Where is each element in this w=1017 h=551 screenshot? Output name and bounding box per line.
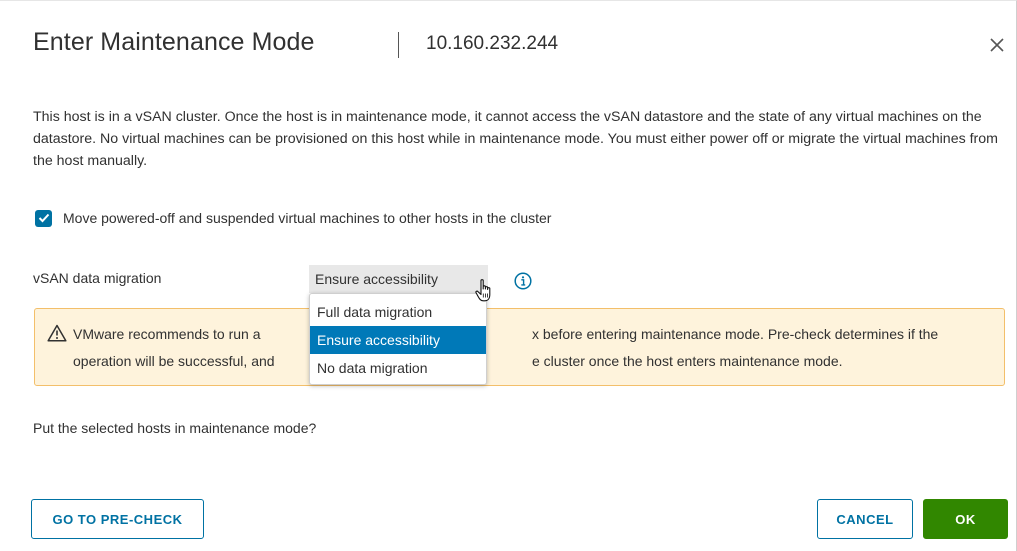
check-icon xyxy=(38,213,49,223)
move-vms-label[interactable]: Move powered-off and suspended virtual m… xyxy=(63,210,551,226)
warning-text: VMware recommends to run a x before ente… xyxy=(73,321,998,375)
ok-button[interactable]: OK xyxy=(923,499,1008,539)
warning-line2-right: e cluster once the host enters maintenan… xyxy=(532,353,843,369)
info-icon xyxy=(514,272,532,290)
host-address: 10.160.232.244 xyxy=(426,33,559,54)
move-vms-option: Move powered-off and suspended virtual m… xyxy=(35,207,551,229)
move-vms-checkbox[interactable] xyxy=(35,209,52,227)
close-icon xyxy=(990,38,1004,52)
option-no-data-migration[interactable]: No data migration xyxy=(310,354,486,382)
dialog-description: This host is in a vSAN cluster. Once the… xyxy=(33,109,998,169)
option-full-data-migration[interactable]: Full data migration xyxy=(310,298,486,326)
cancel-button[interactable]: CANCEL xyxy=(817,499,913,539)
hand-cursor-icon xyxy=(475,279,491,302)
vsan-migration-label: vSAN data migration xyxy=(33,270,162,286)
option-ensure-accessibility[interactable]: Ensure accessibility xyxy=(310,326,486,354)
dialog-title: Enter Maintenance Mode xyxy=(33,28,315,56)
go-to-precheck-button[interactable]: GO TO PRE-CHECK xyxy=(31,499,204,539)
maintenance-mode-dialog: Enter Maintenance Mode 10.160.232.244 Th… xyxy=(0,0,1017,551)
info-button[interactable] xyxy=(514,272,532,290)
warning-icon xyxy=(47,324,67,342)
warning-line1-left: VMware recommends to run a xyxy=(73,326,261,342)
vsan-migration-select[interactable]: Ensure accessibility xyxy=(309,265,488,293)
title-divider xyxy=(398,32,399,58)
precheck-warning-alert: VMware recommends to run a x before ente… xyxy=(34,308,1005,386)
warning-line2-left: operation will be successful, and xyxy=(73,353,275,369)
warning-line1-right: x before entering maintenance mode. Pre-… xyxy=(532,326,939,342)
confirmation-question: Put the selected hosts in maintenance mo… xyxy=(33,420,317,436)
vsan-migration-dropdown: Full data migration Ensure accessibility… xyxy=(309,293,487,385)
close-button[interactable] xyxy=(986,34,1008,56)
